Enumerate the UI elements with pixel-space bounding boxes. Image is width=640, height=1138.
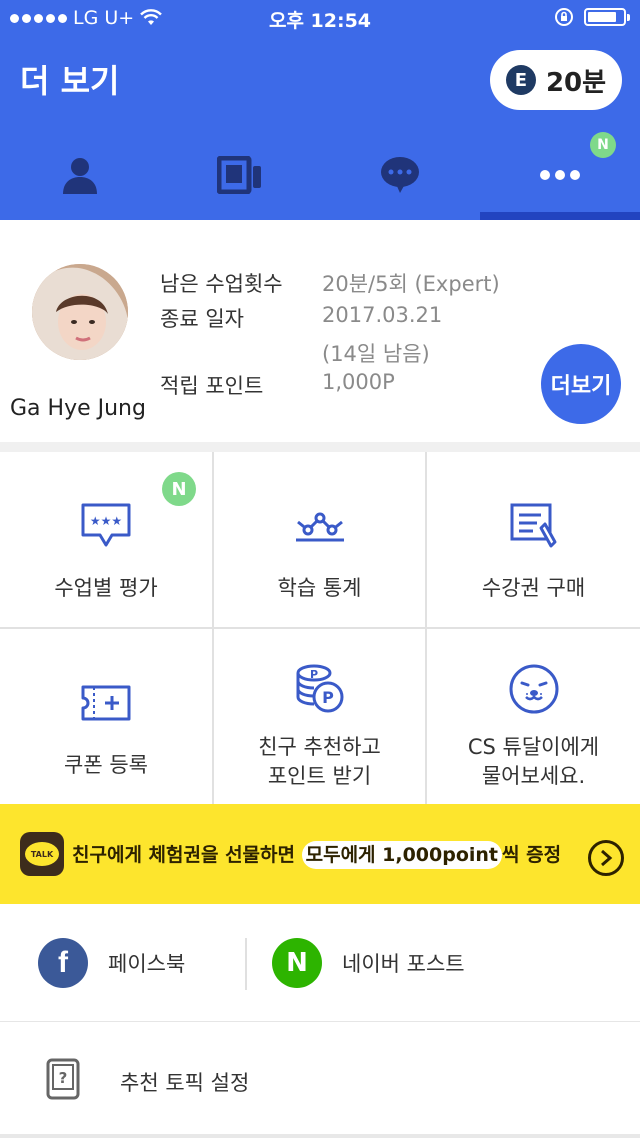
credit-badge: E [505, 65, 536, 95]
banner-highlight: 모두에게 1,000point [301, 841, 503, 869]
chevron-right-icon[interactable] [588, 840, 624, 876]
credit-text: 20분 [545, 67, 607, 98]
menu-item-cs[interactable]: CS 튜달이에게 물어보세요. [427, 629, 640, 804]
remaining-value: 20분/5회 (Expert) [322, 272, 500, 296]
menu-label: 수강권 구매 [481, 576, 586, 600]
clock: 오후 12:54 [268, 10, 372, 32]
tab-bar [0, 130, 640, 220]
end-remaining-value: (14일 남음) [322, 342, 430, 366]
coupon-icon [81, 685, 131, 721]
status-bar: LG U+ 오후 12:54 [0, 0, 640, 36]
phone-question-icon: ? [46, 1058, 80, 1100]
banner-text: 친구에게 체험권을 선물하면 모두에게 1,000point 씩 증정 [72, 840, 561, 869]
app-header: LG U+ 오후 12:54 더 보기 E 20분 N [0, 0, 640, 220]
user-name: Ga Hye Jung [10, 396, 146, 421]
menu-label-line2: 물어보세요. [481, 764, 586, 788]
coins-icon: PP [296, 664, 343, 713]
more-button[interactable]: 더보기 [541, 344, 621, 424]
profile-section: Ga Hye Jung 남은 수업횟수 20분/5회 (Expert) 종료 일… [0, 220, 640, 442]
tab-more[interactable] [480, 130, 640, 220]
tablet-icon [217, 156, 261, 194]
avatar-image [32, 264, 128, 360]
menu-label-line1: CS 튜달이에게 [467, 735, 600, 759]
menu-item-stats[interactable]: 학습 통계 [214, 452, 425, 627]
bottom-divider [0, 1134, 640, 1138]
menu-grid: ★★★ 수업별 평가 N 학습 통계 수강권 구매 쿠폰 등록 PP 친구 추천… [0, 452, 640, 804]
remaining-label: 남은 수업횟수 [160, 272, 283, 296]
seal-face-icon [509, 664, 558, 714]
tab-class[interactable] [160, 130, 320, 220]
menu-label-line2: 포인트 받기 [267, 764, 372, 788]
rating-bubble-icon: ★★★ [81, 503, 131, 547]
active-tab-indicator [480, 212, 640, 220]
menu-item-coupon[interactable]: 쿠폰 등록 [0, 629, 212, 804]
points-label: 적립 포인트 [160, 374, 264, 398]
battery-icon [584, 8, 630, 26]
social-links: f 페이스북 N 네이버 포스트 [0, 904, 640, 1022]
menu-label: 쿠폰 등록 [64, 753, 148, 777]
menu-label: 학습 통계 [277, 576, 362, 600]
end-date-label: 종료 일자 [160, 307, 244, 331]
svg-text:?: ? [59, 1069, 68, 1087]
document-pen-icon [510, 503, 556, 548]
menu-item-lesson-rating[interactable]: ★★★ 수업별 평가 N [0, 452, 212, 627]
svg-text:P: P [309, 668, 317, 681]
menu-item-buy-pass[interactable]: 수강권 구매 [427, 452, 640, 627]
menu-label-line1: 친구 추천하고 [258, 735, 381, 759]
facebook-label: 페이스북 [108, 952, 186, 976]
points-value: 1,000P [322, 370, 395, 394]
naver-post-link[interactable]: N 네이버 포스트 [272, 938, 465, 988]
facebook-link[interactable]: f 페이스북 [38, 938, 185, 988]
naver-icon: N [272, 938, 322, 988]
menu-new-badge: N [162, 472, 196, 506]
section-divider [0, 442, 640, 452]
page-title: 더 보기 [20, 62, 120, 100]
social-divider [245, 938, 247, 990]
tab-chat[interactable] [320, 130, 480, 220]
rotation-lock-icon [555, 8, 573, 26]
credit-pill[interactable]: E 20분 [490, 50, 622, 110]
tab-profile[interactable] [0, 130, 160, 220]
status-right [554, 7, 630, 27]
kakaotalk-icon: TALK [20, 832, 64, 876]
more-dots-icon [540, 170, 580, 180]
svg-text:★★★: ★★★ [90, 514, 122, 528]
facebook-icon: f [38, 938, 88, 988]
end-date-value: 2017.03.21 [322, 303, 443, 327]
chat-bubble-icon [381, 157, 419, 193]
stats-line-icon [295, 512, 344, 542]
kakao-invite-banner[interactable]: TALK 친구에게 체험권을 선물하면 모두에게 1,000point 씩 증정 [0, 804, 640, 904]
recommend-topic-row[interactable]: ? 추천 토픽 설정 [0, 1022, 640, 1138]
recommend-label: 추천 토픽 설정 [120, 1071, 250, 1095]
menu-item-refer-friend[interactable]: PP 친구 추천하고 포인트 받기 [214, 629, 425, 804]
avatar[interactable] [32, 264, 128, 360]
svg-text:P: P [322, 688, 334, 707]
tab-new-badge: N [590, 132, 616, 158]
naver-label: 네이버 포스트 [342, 952, 465, 976]
person-icon [63, 158, 97, 194]
menu-label: 수업별 평가 [54, 576, 158, 600]
